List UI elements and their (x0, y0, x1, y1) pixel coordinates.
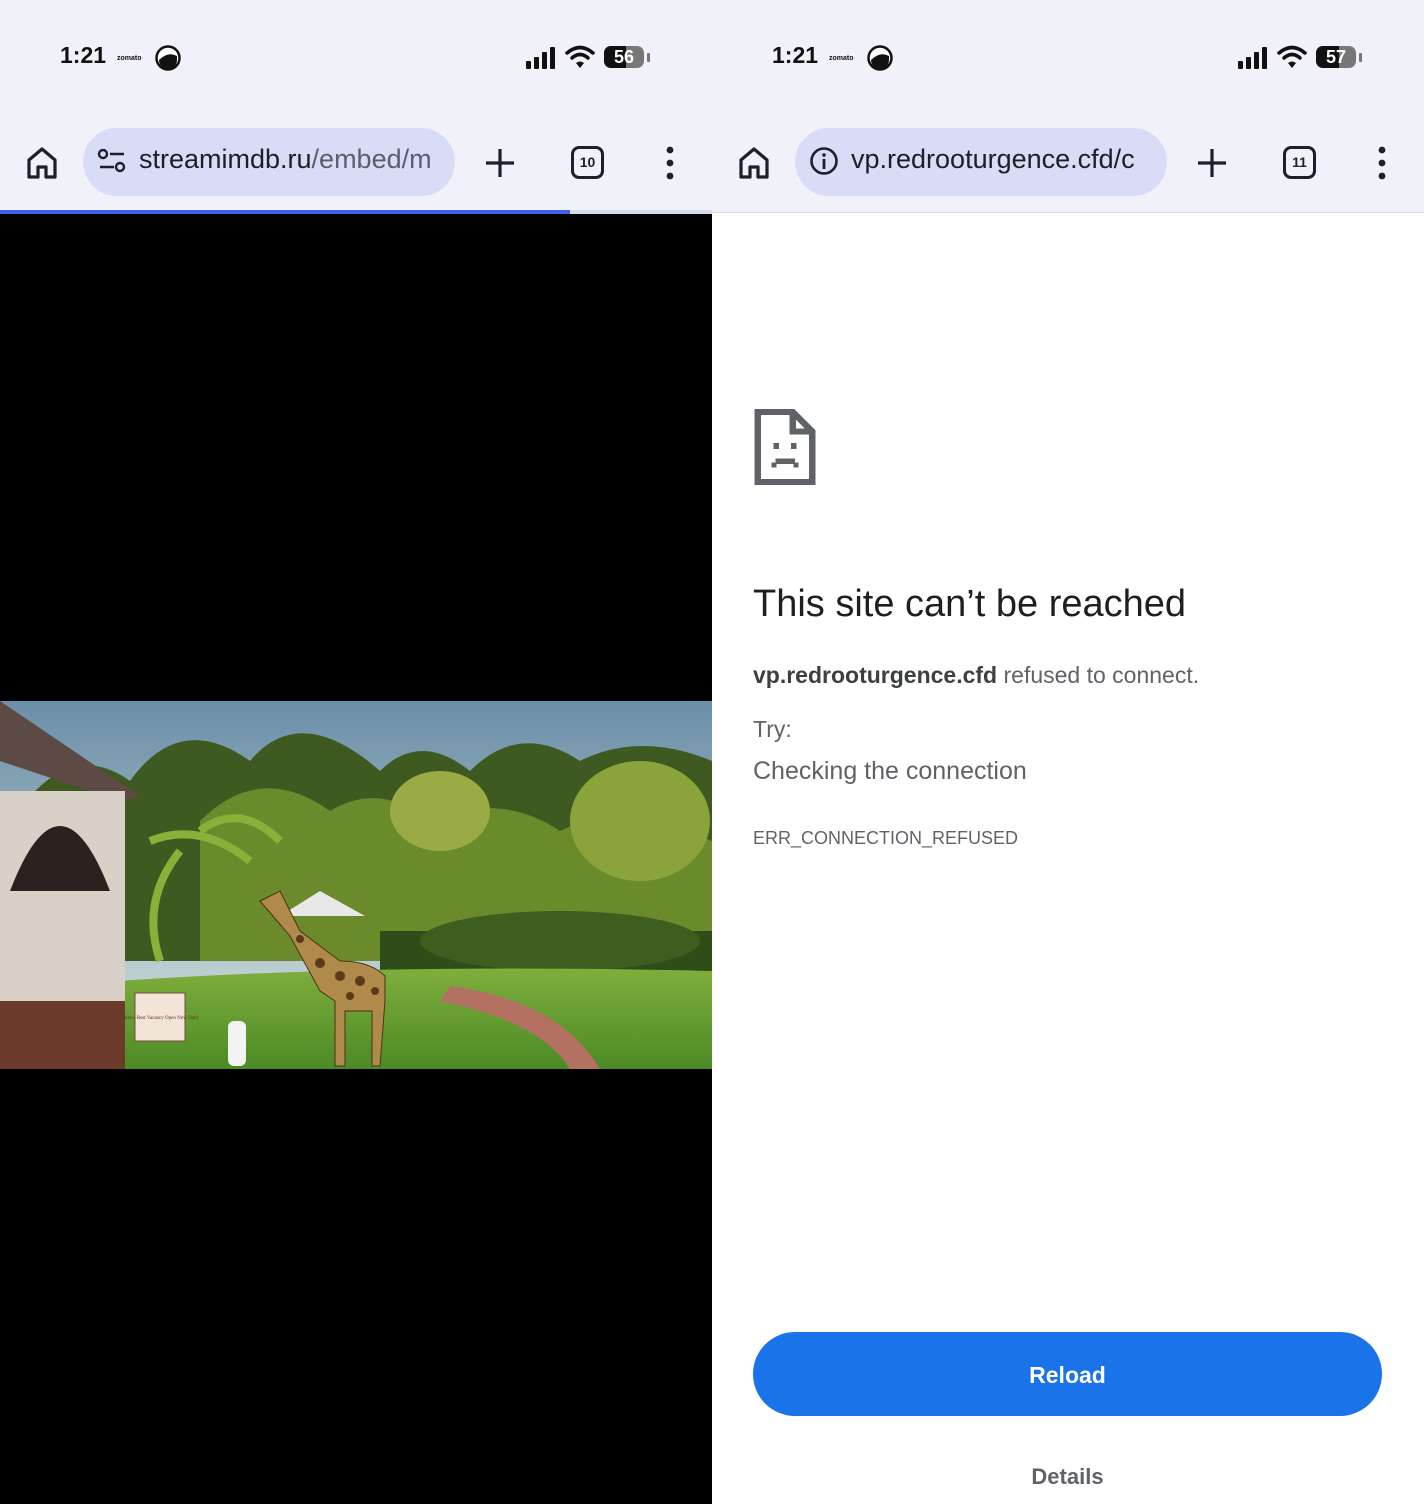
sad-page-icon (754, 408, 816, 486)
garden-sign-text: Valleys Rest Vacancy Open Now Daily (121, 1016, 200, 1021)
battery-icon: 56 (604, 46, 650, 70)
browser-toolbar: vp.redrooturgence.cfd/c 11 (712, 115, 1424, 212)
status-bar: 1:21 zomato 57 (712, 0, 1424, 115)
right-phone-screen: 1:21 zomato 57 vp.redrooturgence.cfd/c 1… (712, 0, 1424, 1504)
home-icon[interactable] (736, 145, 772, 181)
battery-percent: 57 (1325, 47, 1347, 67)
zomato-notification-icon: zomato (117, 55, 142, 62)
more-menu-icon[interactable] (660, 145, 680, 181)
more-menu-icon[interactable] (1372, 145, 1392, 181)
wifi-icon (565, 45, 595, 68)
app-notification-icon (155, 45, 181, 71)
status-time: 1:21 (60, 42, 107, 68)
tab-switcher-icon[interactable]: 11 (1283, 146, 1316, 179)
battery-percent: 56 (613, 47, 635, 67)
info-icon[interactable] (809, 146, 839, 176)
details-button[interactable]: Details (753, 1464, 1382, 1490)
new-tab-icon[interactable] (1194, 145, 1230, 181)
signal-icon (526, 47, 555, 69)
browser-toolbar: streamimdb.ru/embed/m 10 (0, 115, 712, 212)
wifi-icon (1277, 45, 1307, 68)
tab-switcher-icon[interactable]: 10 (571, 146, 604, 179)
url-text[interactable]: vp.redrooturgence.cfd/c (851, 144, 1135, 175)
try-label: Try: (753, 716, 792, 742)
error-code: ERR_CONNECTION_REFUSED (753, 828, 1019, 848)
error-host: vp.redrooturgence.cfd (753, 662, 998, 688)
page-load-progress (0, 210, 712, 214)
new-tab-icon[interactable] (482, 145, 518, 181)
status-bar: 1:21 zomato 56 (0, 0, 712, 115)
zomato-notification-icon: zomato (829, 55, 854, 62)
toolbar-divider (712, 212, 1424, 213)
address-bar[interactable]: streamimdb.ru/embed/m (83, 128, 455, 196)
home-icon[interactable] (24, 145, 60, 181)
left-phone-screen: 1:21 zomato 56 streamimdb.ru/embed/m 10 … (0, 0, 712, 1504)
reload-button[interactable]: Reload (753, 1332, 1382, 1416)
error-title: This site can’t be reached (753, 583, 1187, 625)
video-frame[interactable]: Valleys Rest Vacancy Open Now Daily (0, 701, 712, 1069)
site-settings-icon[interactable] (97, 146, 127, 176)
suggestion-checking-connection: Checking the connection (753, 757, 1027, 785)
app-notification-icon (867, 45, 893, 71)
url-text[interactable]: streamimdb.ru/embed/m (139, 144, 432, 175)
battery-icon: 57 (1316, 46, 1362, 70)
status-time: 1:21 (772, 42, 819, 68)
signal-icon (1238, 47, 1267, 69)
address-bar[interactable]: vp.redrooturgence.cfd/c (795, 128, 1167, 196)
error-message: vp.redrooturgence.cfd refused to connect… (753, 662, 1200, 688)
